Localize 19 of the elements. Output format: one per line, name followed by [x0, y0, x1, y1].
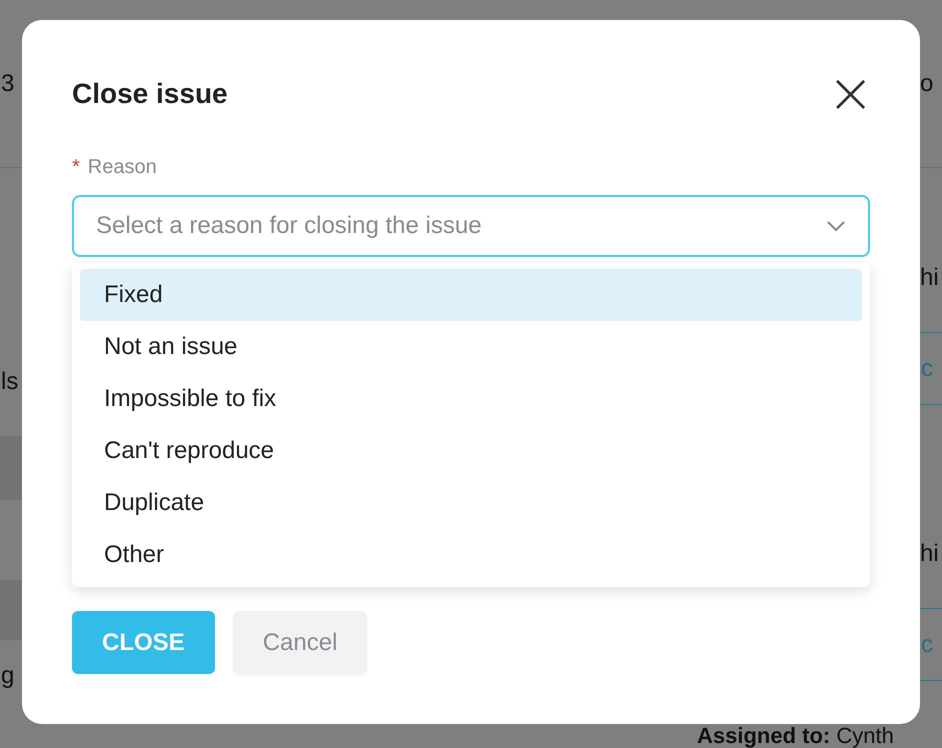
close-button[interactable]: × [827, 72, 874, 116]
dropdown-option[interactable]: Fixed [80, 269, 862, 321]
dropdown-option[interactable]: Not an issue [80, 321, 862, 373]
dropdown-option[interactable]: Can't reproduce [80, 425, 862, 477]
dropdown-option[interactable]: Duplicate [80, 477, 862, 529]
assignee-text: Assigned to: Cynth [697, 725, 894, 747]
dialog-title: Close issue [72, 78, 228, 110]
background-text: o [920, 70, 934, 98]
background-text: g [1, 662, 14, 690]
background-text: 3 [1, 70, 14, 98]
required-mark: * [72, 156, 80, 179]
dropdown-option[interactable]: Impossible to fix [80, 373, 862, 425]
background-text: hi [920, 264, 939, 292]
background-text: hi [920, 540, 939, 568]
field-label: Reason [88, 156, 157, 179]
chevron-down-icon [826, 220, 846, 232]
background-text: ls [1, 368, 18, 396]
reason-select[interactable]: Select a reason for closing the issue [72, 195, 870, 257]
dropdown-option[interactable]: Other [80, 529, 862, 581]
